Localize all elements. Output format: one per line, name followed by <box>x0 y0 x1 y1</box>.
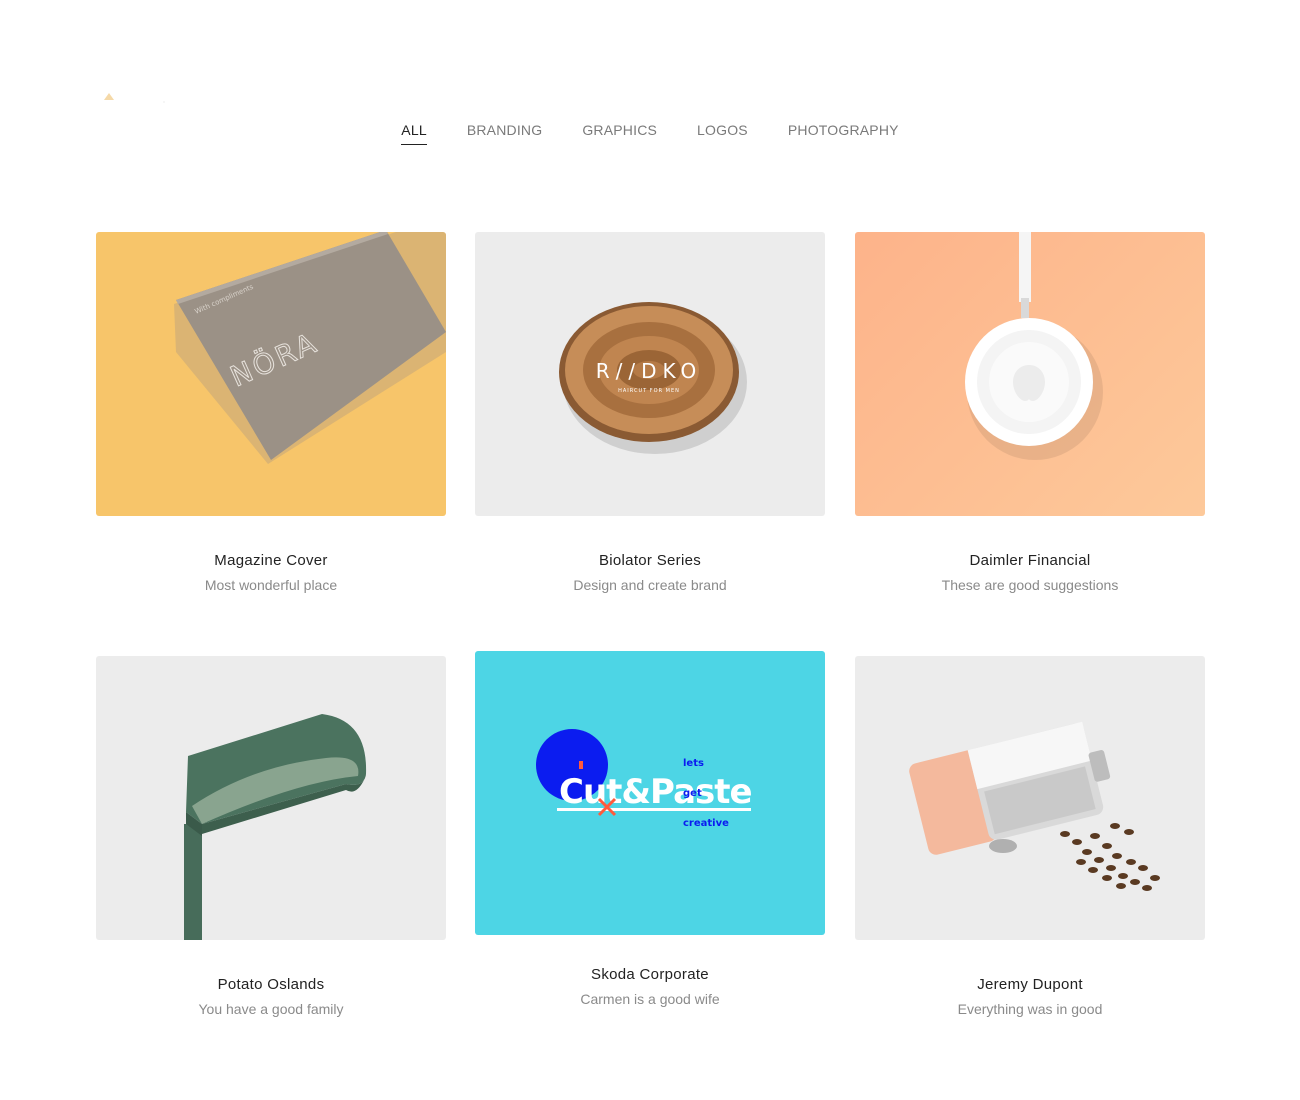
project-title[interactable]: Skoda Corporate <box>475 966 825 983</box>
apple-icon <box>1013 365 1045 401</box>
project-subtitle: Design and create brand <box>573 577 727 593</box>
filter-all[interactable]: ALL <box>401 122 427 145</box>
logo-dot <box>163 101 165 103</box>
filter-branding[interactable]: BRANDING <box>467 122 543 145</box>
portfolio-thumbnail[interactable] <box>96 656 446 940</box>
card-small-text: get <box>683 788 702 799</box>
project-subtitle: Carmen is a good wife <box>580 991 720 1007</box>
card-small-text: creative <box>683 818 729 829</box>
logo-mark <box>104 93 114 100</box>
portfolio-thumbnail[interactable] <box>855 656 1205 940</box>
project-title[interactable]: Magazine Cover <box>96 552 446 569</box>
card-small-text: lets <box>683 758 704 769</box>
cut-paste-logo-art: Cut&Paste <box>559 772 752 812</box>
project-subtitle: Most wonderful place <box>204 577 338 593</box>
project-title[interactable]: Biolator Series <box>475 552 825 569</box>
portfolio-thumbnail[interactable]: NÖRA With compliments <box>96 232 446 516</box>
project-title[interactable]: Potato Oslands <box>96 976 446 993</box>
radko-logo-art: R//DKO <box>596 359 703 383</box>
project-subtitle: You have a good family <box>198 1001 344 1017</box>
project-subtitle: These are good suggestions <box>941 577 1119 593</box>
portfolio-thumbnail[interactable] <box>855 232 1205 516</box>
project-title[interactable]: Daimler Financial <box>855 552 1205 569</box>
portfolio-thumbnail[interactable]: R//DKO HAIRCUT FOR MEN <box>475 232 825 516</box>
card-small-text: HAIRCUT FOR MEN <box>618 388 680 394</box>
filter-graphics[interactable]: GRAPHICS <box>582 122 657 145</box>
filter-photography[interactable]: PHOTOGRAPHY <box>788 122 899 145</box>
portfolio-thumbnail[interactable]: Cut&Paste lets get creative <box>475 651 825 935</box>
project-title[interactable]: Jeremy Dupont <box>855 976 1205 993</box>
project-subtitle: Everything was in good <box>957 1001 1103 1017</box>
portfolio-filter-nav: ALL BRANDING GRAPHICS LOGOS PHOTOGRAPHY <box>0 122 1300 145</box>
filter-logos[interactable]: LOGOS <box>697 122 748 145</box>
